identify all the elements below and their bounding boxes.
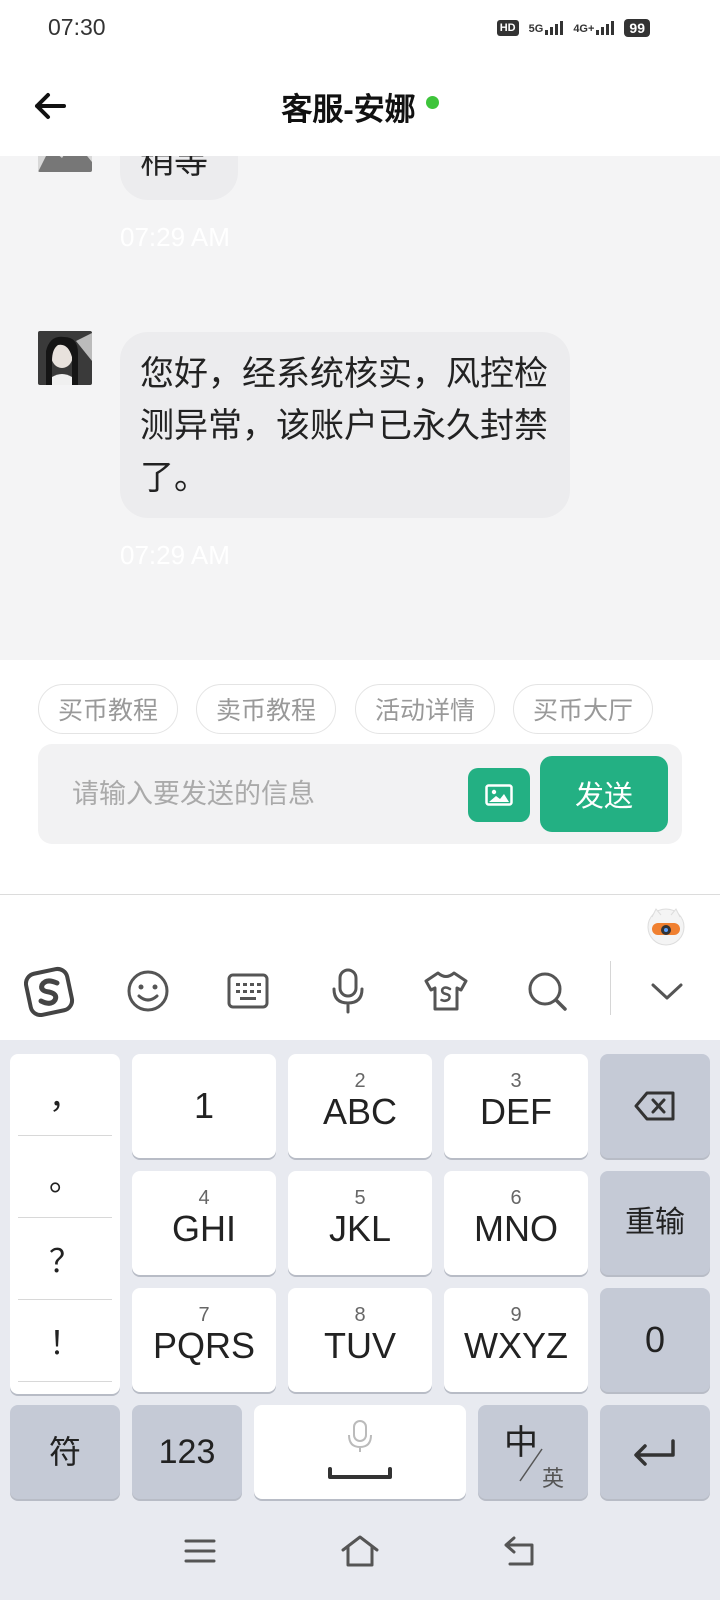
chevron-down-icon[interactable]	[641, 965, 693, 1017]
language-switch-key[interactable]: 中 英	[478, 1405, 588, 1499]
quick-tag-buy-hall[interactable]: 买币大厅	[513, 684, 653, 734]
agent-avatar-icon	[38, 156, 92, 172]
message-bubble[interactable]: 您好，经系统核实，风控检测异常，该账户已永久封禁了。	[120, 332, 570, 518]
message-bubble[interactable]: 稍等	[120, 156, 238, 200]
status-bar: 07:30 HD 5G 4G+ 99	[0, 0, 720, 56]
punct-key-question[interactable]: ？	[18, 1218, 112, 1300]
keyboard-toolbar	[0, 895, 720, 1040]
quick-tags-bar: 买币教程 卖币教程 活动详情 买币大厅	[0, 660, 720, 740]
message-text: 您好，经系统核实，风控检测异常，该账户已永久封禁了。	[140, 355, 548, 497]
image-icon	[485, 784, 513, 806]
signal-5g-icon: 5G	[529, 21, 564, 35]
back-nav-icon[interactable]	[495, 1526, 545, 1576]
enter-icon	[634, 1439, 675, 1466]
message-time: 07:29 AM	[120, 540, 230, 570]
number-mode-key[interactable]: 123	[132, 1405, 242, 1499]
status-time: 07:30	[48, 14, 106, 40]
punct-key-exclaim[interactable]: ！	[18, 1300, 112, 1382]
search-icon[interactable]	[521, 965, 573, 1017]
mascot-icon[interactable]	[644, 903, 688, 947]
agent-avatar-icon	[38, 331, 92, 385]
quick-tag-sell-tutorial[interactable]: 卖币教程	[196, 684, 336, 734]
quick-tag-activity-details[interactable]: 活动详情	[355, 684, 495, 734]
avatar[interactable]	[38, 331, 92, 385]
key-ghi[interactable]: 4 GHI	[132, 1171, 276, 1275]
send-button[interactable]: 发送	[540, 756, 668, 832]
emoji-icon[interactable]	[122, 965, 174, 1017]
punctuation-column[interactable]: ， 。 ？ ！	[10, 1054, 120, 1394]
quick-tag-buy-tutorial[interactable]: 买币教程	[38, 684, 178, 734]
enter-key[interactable]	[600, 1405, 710, 1499]
message-text: 稍等	[140, 156, 208, 181]
online-status-dot	[425, 95, 439, 109]
header-title-wrap: 客服-安娜	[0, 56, 720, 156]
chat-messages[interactable]: 稍等 07:29 AM 您好，经系统核实，风控检测异常，该账户已永久封禁了。 0…	[0, 156, 720, 660]
avatar[interactable]	[38, 156, 92, 172]
home-icon[interactable]	[335, 1526, 385, 1576]
status-icons: HD 5G 4G+ 99	[496, 16, 650, 40]
keyboard-icon[interactable]	[222, 965, 274, 1017]
punct-key-period[interactable]: 。	[18, 1136, 112, 1218]
sogou-logo-icon[interactable]	[24, 965, 76, 1017]
key-jkl[interactable]: 5 JKL	[288, 1171, 432, 1275]
hd-icon: HD	[496, 20, 519, 36]
key-abc[interactable]: 2 ABC	[288, 1054, 432, 1158]
symbol-key[interactable]: 符	[10, 1405, 120, 1499]
system-nav-bar	[0, 1506, 720, 1600]
message-time: 07:29 AM	[120, 222, 230, 252]
arrow-left-icon	[35, 93, 66, 119]
space-key[interactable]	[254, 1405, 466, 1499]
key-1[interactable]: 1	[132, 1054, 276, 1158]
key-wxyz[interactable]: 9 WXYZ	[444, 1288, 588, 1392]
image-button[interactable]	[468, 768, 530, 822]
message-input-box: 请输入要发送的信息 发送	[38, 744, 682, 844]
chat-header: 客服-安娜	[0, 56, 720, 156]
back-button[interactable]	[30, 86, 70, 126]
signal-4g-icon: 4G+	[573, 21, 615, 35]
battery-icon: 99	[624, 19, 650, 37]
message-input[interactable]: 请输入要发送的信息	[72, 744, 315, 844]
punct-key-comma[interactable]: ，	[18, 1054, 112, 1136]
menu-icon[interactable]	[175, 1526, 225, 1576]
microphone-icon[interactable]	[322, 965, 374, 1017]
key-tuv[interactable]: 8 TUV	[288, 1288, 432, 1392]
key-mno[interactable]: 6 MNO	[444, 1171, 588, 1275]
page-title: 客服-安娜	[281, 91, 416, 127]
key-0[interactable]: 0	[600, 1288, 710, 1392]
skin-shirt-icon[interactable]	[420, 965, 472, 1017]
space-mic-icon	[328, 1420, 392, 1479]
key-def[interactable]: 3 DEF	[444, 1054, 588, 1158]
key-pqrs[interactable]: 7 PQRS	[132, 1288, 276, 1392]
backspace-key[interactable]	[600, 1054, 710, 1158]
backspace-icon	[634, 1091, 675, 1121]
toolbar-separator	[610, 961, 611, 1015]
reenter-key[interactable]: 重输	[600, 1171, 710, 1275]
